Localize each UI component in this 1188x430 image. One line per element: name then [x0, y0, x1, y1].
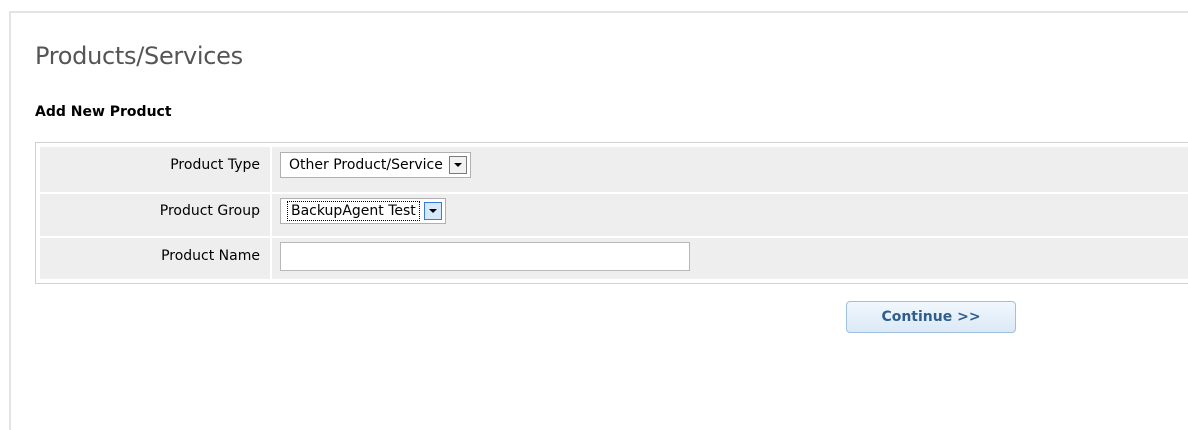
product-type-value: Other Product/Service — [289, 157, 443, 173]
product-group-dropdown-button[interactable] — [423, 202, 442, 220]
page-title: Products/Services — [35, 42, 243, 70]
product-type-label: Product Type — [170, 157, 260, 173]
add-product-form: Product Type Other Product/Service Produ… — [35, 142, 1188, 284]
product-group-label: Product Group — [159, 203, 260, 219]
form-table: Product Type Other Product/Service Produ… — [40, 147, 1188, 279]
product-group-row: Product Group BackupAgent Test — [40, 193, 1188, 229]
product-name-input[interactable] — [280, 241, 690, 271]
section-title: Add New Product — [35, 104, 172, 120]
chevron-down-icon — [428, 209, 437, 213]
product-group-value: BackupAgent Test — [287, 201, 420, 221]
product-name-row: Product Name — [40, 238, 1188, 274]
product-type-row: Product Type Other Product/Service — [40, 147, 1188, 183]
chevron-down-icon — [453, 163, 462, 167]
continue-button[interactable]: Continue >> — [846, 301, 1016, 333]
product-type-select[interactable]: Other Product/Service — [280, 152, 471, 178]
product-type-dropdown-button[interactable] — [448, 156, 467, 174]
product-name-label: Product Name — [161, 248, 260, 264]
product-group-select[interactable]: BackupAgent Test — [280, 198, 446, 224]
